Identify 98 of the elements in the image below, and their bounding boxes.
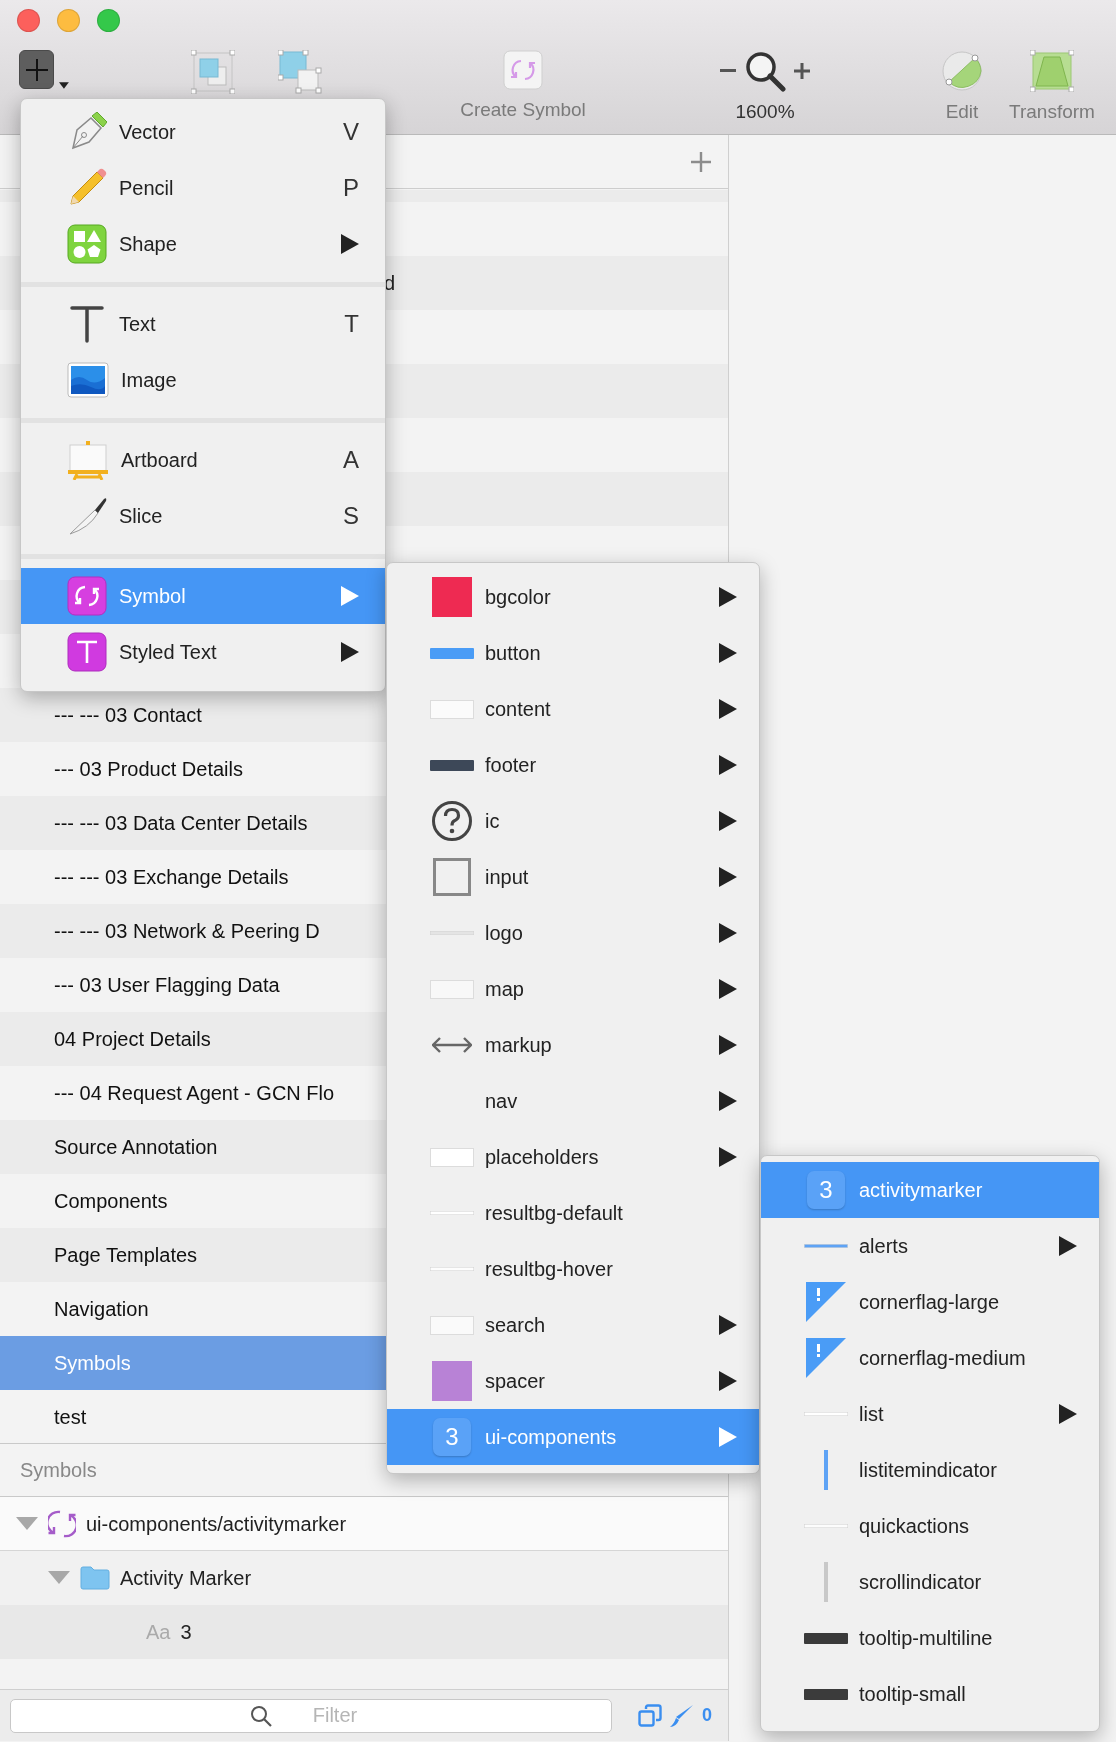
menu-item[interactable]: quickactions (761, 1498, 1099, 1554)
menu-item[interactable]: listitemindicator (761, 1442, 1099, 1498)
square-outline-icon (433, 858, 471, 896)
window-button[interactable] (17, 9, 40, 32)
menu-item[interactable]: Pencil P (21, 160, 385, 216)
menu-item[interactable]: Image (21, 352, 385, 408)
shortcut-key: S (343, 498, 359, 534)
help-icon (432, 801, 472, 841)
symbol-thumbnail (824, 1450, 828, 1490)
zoom-level: 1600% (735, 100, 795, 124)
layer-row[interactable]: ui-components/activitymarker (0, 1497, 728, 1551)
color-swatch (432, 1361, 472, 1401)
image-icon (67, 362, 109, 398)
pencil-icon (67, 168, 107, 208)
menu-item[interactable]: bgcolor (387, 569, 759, 625)
corner-flag-icon (806, 1282, 846, 1322)
number-badge: 3 (433, 1418, 471, 1456)
menu-item[interactable]: footer (387, 737, 759, 793)
symbol-thumbnail (824, 1562, 828, 1602)
menu-item[interactable]: resultbg-default (387, 1185, 759, 1241)
symbol-thumbnail (430, 699, 474, 719)
menu-item[interactable]: Shape (21, 216, 385, 272)
symbol-thumbnail (430, 1315, 474, 1335)
menu-item[interactable]: Styled Text (21, 624, 385, 680)
panel-title: Symbols (20, 1458, 97, 1483)
symbol-thumbnail (804, 1244, 848, 1248)
window-button[interactable] (97, 9, 120, 32)
menu-item[interactable]: tooltip-small (761, 1666, 1099, 1722)
menu-item[interactable]: ic (387, 793, 759, 849)
symbol-icon (67, 576, 107, 616)
knife-icon (67, 496, 107, 536)
menu-item[interactable]: placeholders (387, 1129, 759, 1185)
shortcut-key: P (343, 170, 359, 206)
menu-item[interactable]: Text T (21, 296, 385, 352)
layer-name: ui-components/activitymarker (86, 1511, 347, 1537)
menu-item[interactable]: resultbg-hover (387, 1241, 759, 1297)
layer-row[interactable]: Aa 3 (0, 1605, 728, 1659)
number-badge: 3 (807, 1171, 845, 1209)
menu-item[interactable]: alerts (761, 1218, 1099, 1274)
menu-item[interactable]: Slice S (21, 488, 385, 544)
shapes-icon (67, 224, 107, 264)
ungroup-icon[interactable] (278, 50, 322, 94)
symbol-icon (48, 1508, 76, 1539)
menu-item[interactable]: tooltip-multiline (761, 1610, 1099, 1666)
toolbar-label: Edit (945, 100, 979, 124)
menu-item[interactable]: nav (387, 1073, 759, 1129)
disclosure-triangle-icon[interactable] (48, 1571, 70, 1585)
menu-item[interactable]: markup (387, 1017, 759, 1073)
count-label: 0 (702, 1704, 712, 1727)
disclosure-triangle-icon[interactable] (16, 1516, 38, 1531)
transform-icon[interactable] (1030, 50, 1074, 92)
plus-icon (24, 57, 49, 82)
symbol-thumbnail (430, 647, 474, 659)
add-page-icon[interactable] (690, 150, 712, 173)
styled-text-icon (67, 632, 107, 672)
menu-item[interactable]: Vector V (21, 104, 385, 160)
symbol-icon[interactable] (503, 50, 543, 90)
symbol-thumbnail (430, 759, 474, 771)
text-layer-icon: Aa (146, 1617, 171, 1647)
text-tool-icon (67, 304, 107, 344)
menu-item[interactable]: Artboard A (21, 432, 385, 488)
double-arrow-icon (432, 1037, 472, 1053)
shortcut-key: V (343, 114, 359, 150)
menu-item[interactable]: cornerflag-large (761, 1274, 1099, 1330)
symbol-thumbnail (804, 1688, 848, 1700)
menu-item[interactable]: logo (387, 905, 759, 961)
caret-icon[interactable] (59, 82, 69, 89)
shortcut-key: T (344, 306, 359, 342)
menu-item[interactable]: cornerflag-medium (761, 1330, 1099, 1386)
insert-button[interactable] (19, 50, 55, 89)
symbol-thumbnail (804, 1632, 848, 1644)
menu-item[interactable]: input (387, 849, 759, 905)
symbol-thumbnail (430, 1147, 474, 1167)
layer-name: Activity Marker (120, 1566, 252, 1591)
group-icon[interactable] (191, 50, 235, 94)
zoom-in-icon[interactable] (794, 63, 810, 79)
brush-icon[interactable] (670, 1703, 694, 1728)
layer-name: 3 (180, 1620, 192, 1645)
menu-item[interactable]: list (761, 1386, 1099, 1442)
filter-field[interactable]: Filter (10, 1698, 612, 1733)
menu-item[interactable]: map (387, 961, 759, 1017)
easel-icon (67, 440, 109, 480)
corner-flag-icon (806, 1338, 846, 1378)
folder-icon (80, 1566, 110, 1590)
symbol-thumbnail (430, 979, 474, 999)
toolbar-label: Create Symbol (460, 98, 586, 122)
menu-item[interactable]: button (387, 625, 759, 681)
search-icon[interactable] (744, 50, 786, 92)
menu-item[interactable]: content (387, 681, 759, 737)
toolbar-label: Transform (1009, 100, 1095, 124)
color-swatch (432, 577, 472, 617)
window-button[interactable] (57, 9, 80, 32)
search-icon (250, 1704, 272, 1727)
menu-item[interactable]: scrollindicator (761, 1554, 1099, 1610)
zoom-out-icon[interactable] (720, 69, 736, 73)
edit-icon[interactable] (941, 50, 983, 92)
shortcut-key: A (343, 442, 359, 478)
copy-icon[interactable] (638, 1703, 662, 1728)
